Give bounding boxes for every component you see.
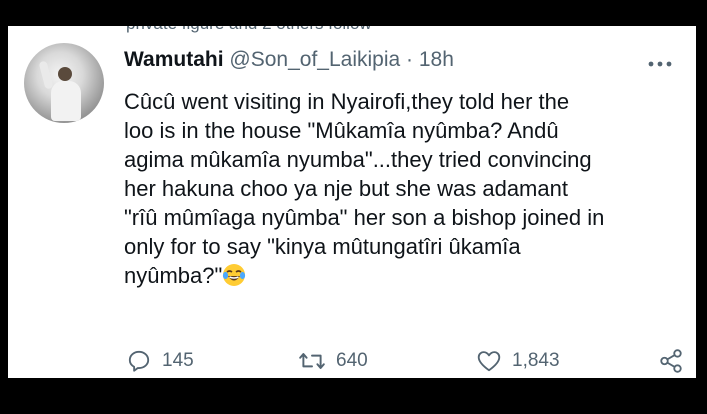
tweet-line-last: nyûmba?" — [124, 261, 684, 290]
tweet-line: her hakuna choo ya nje but she was adama… — [124, 176, 568, 201]
timestamp[interactable]: 18h — [419, 48, 454, 71]
like-count: 1,843 — [512, 350, 560, 371]
reply-count: 145 — [162, 350, 194, 371]
more-icon[interactable] — [648, 48, 672, 74]
tweet-card[interactable]: private figure and 2 others follow Wamut… — [8, 26, 696, 378]
tweet-line: nyûmba?" — [124, 263, 223, 288]
face-with-tears-of-joy-icon — [223, 264, 246, 286]
like-button[interactable]: 1,843 — [476, 348, 560, 374]
author-handle[interactable]: @Son_of_Laikipia — [229, 48, 400, 71]
heart-icon — [477, 351, 501, 372]
tweet-line: agima mûkamîa nyumba"...they tried convi… — [124, 147, 592, 172]
screenshot-frame: private figure and 2 others follow Wamut… — [0, 0, 707, 414]
avatar-figure-body — [51, 81, 81, 121]
author-name[interactable]: Wamutahi — [124, 48, 224, 71]
tweet-line: "rîû mûmîaga nyûmba" her son a bishop jo… — [124, 205, 605, 230]
avatar-figure-head — [58, 67, 72, 81]
share-button[interactable] — [658, 348, 684, 374]
retweet-icon — [299, 353, 325, 369]
reply-button[interactable]: 145 — [126, 348, 194, 374]
tweet-line: Cûcû went visiting in Nyairofi,they told… — [124, 89, 570, 114]
retweet-count: 640 — [336, 350, 368, 371]
avatar[interactable] — [24, 43, 104, 123]
tweet-text: Cûcû went visiting in Nyairofi,they told… — [124, 87, 684, 290]
tweet-line: loo is in the house "Mûkamîa nyûmba? And… — [124, 118, 559, 143]
social-context: private figure and 2 others follow — [126, 26, 372, 34]
tweet-header: Wamutahi @Son_of_Laikipia · 18h — [124, 48, 454, 72]
header-separator: · — [406, 48, 414, 71]
avatar-figure-arm — [38, 60, 54, 90]
retweet-button[interactable]: 640 — [298, 348, 368, 374]
reply-icon — [128, 350, 150, 372]
share-icon — [660, 349, 682, 373]
tweet-actions: 145 640 1,843 — [126, 348, 696, 378]
tweet-line: only for to say "kinya mûtungatîri ûkamî… — [124, 234, 521, 259]
